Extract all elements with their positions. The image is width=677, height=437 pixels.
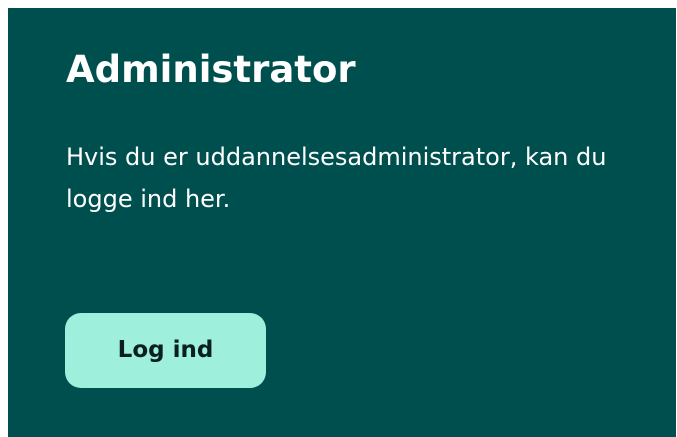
administrator-login-card: Administrator Hvis du er uddannelsesadmi… xyxy=(8,8,676,437)
card-title: Administrator xyxy=(66,48,356,91)
login-button[interactable]: Log ind xyxy=(65,313,266,388)
card-description: Hvis du er uddannelsesadministrator, kan… xyxy=(66,143,607,213)
